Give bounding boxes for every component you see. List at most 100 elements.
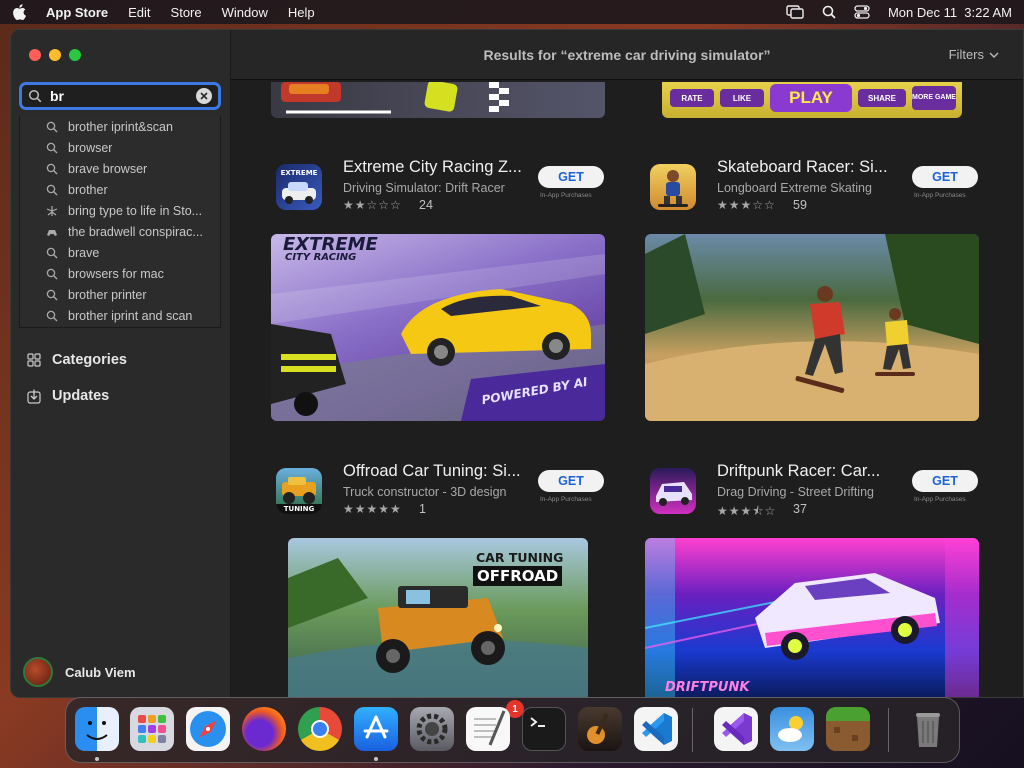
offroad-car-tuning-screenshot[interactable]: CAR TUNING OFFROAD [288,538,588,697]
magnifier-icon [46,268,58,280]
star-rating: ★★☆☆☆ [343,198,402,212]
app-name[interactable]: Skateboard Racer: Si... [717,158,888,177]
minecraft-icon[interactable] [826,707,870,751]
app-store-window: brother iprint&scan browser brave browse… [10,29,1024,698]
star-rating: ★★★⯪☆ [717,504,777,518]
extreme-city-racing-screenshot[interactable]: EXTREME CITY RACING POWERED BY AI [271,234,605,421]
app-name[interactable]: Extreme City Racing Z... [343,158,522,177]
vscode-icon[interactable] [634,707,678,751]
search-input[interactable] [50,88,196,104]
app-name[interactable]: Driftpunk Racer: Car... [717,462,880,481]
system-settings-icon[interactable] [410,707,454,751]
icon-label: TUNING [283,505,315,513]
dock-separator [888,708,889,752]
suggestion-item[interactable]: brave [20,242,220,263]
magnifier-icon [46,310,58,322]
suggestion-item[interactable]: the bradwell conspirac... [20,221,220,242]
svg-text:EXTREME: EXTREME [281,169,318,177]
menu-app-name[interactable]: App Store [46,5,108,20]
extreme-city-racing-app-icon: EXTREME [276,164,322,210]
textedit-icon[interactable] [466,707,510,751]
app-subtitle: Truck constructor - 3D design [343,485,507,499]
apple-logo-icon[interactable] [12,4,28,20]
safari-icon[interactable] [186,707,230,751]
suggestion-item[interactable]: browser [20,137,220,158]
close-window-button[interactable] [29,49,41,61]
suggestion-item[interactable]: brother iprint&scan [20,116,220,137]
play-badge: PLAY [770,84,852,112]
skaters-image [645,234,979,421]
search-field[interactable] [19,82,221,110]
magnifier-icon [46,121,58,133]
terminal-icon[interactable] [522,707,566,751]
finder-icon[interactable] [75,707,119,751]
menu-window[interactable]: Window [222,5,268,20]
spotlight-search-icon[interactable] [822,5,836,19]
top-right-banner[interactable]: RATE LIKE PLAY SHARE MORE GAME [662,82,962,118]
suggestion-item[interactable]: brother iprint and scan [20,305,220,326]
get-button[interactable]: GET [912,166,978,188]
suggestion-item[interactable]: brother [20,179,220,200]
rate-badge: RATE [670,89,714,107]
share-badge: SHARE [858,89,906,107]
firefox-icon[interactable] [242,707,286,751]
trash-icon[interactable] [906,707,950,751]
get-button[interactable]: GET [538,470,604,492]
game-icon [46,226,58,238]
get-button[interactable]: GET [912,470,978,492]
sidebar-item-updates[interactable]: Updates [27,388,109,404]
driftpunk-racer-screenshot[interactable]: DRIFTPUNK [645,538,979,697]
clear-search-icon[interactable] [196,88,212,104]
control-center-icon[interactable] [854,5,870,19]
in-app-purchases-label: In-App Purchases [540,496,592,503]
suggestion-item[interactable]: bring type to life in Sto... [20,200,220,221]
dock-separator [692,708,693,752]
app-result-extreme-city-racing[interactable]: EXTREME Extreme City Racing Z... Driving… [271,158,611,212]
visual-studio-icon[interactable] [714,707,758,751]
user-account[interactable]: Calub Viem [23,657,136,687]
avatar [23,657,53,687]
get-button[interactable]: GET [538,166,604,188]
in-app-purchases-label: In-App Purchases [914,192,966,199]
banner-subtitle: CITY RACING [285,252,357,263]
rating-count: 37 [793,502,807,516]
magnifier-icon [46,247,58,259]
app-name[interactable]: Offroad Car Tuning: Si... [343,462,521,481]
main-content: Results for “extreme car driving simulat… [231,30,1023,697]
search-suggestions: brother iprint&scan browser brave browse… [19,116,221,328]
sidebar-item-categories[interactable]: Categories [27,352,127,368]
screen-mirroring-icon[interactable] [786,5,804,19]
app-result-skateboard-racer[interactable]: Skateboard Racer: Si... Longboard Extrem… [645,158,985,212]
results-title: Results for “extreme car driving simulat… [483,46,771,63]
drift-car-image [645,538,979,697]
app-result-offroad-car-tuning[interactable]: TUNING Offroad Car Tuning: Si... Truck c… [271,462,611,516]
weather-icon[interactable] [770,707,814,751]
menu-clock[interactable]: Mon Dec 11 3:22 AM [888,5,1012,20]
star-rating: ★★★☆☆ [717,198,776,212]
skateboard-racer-screenshot[interactable] [645,234,979,421]
top-left-banner[interactable] [271,82,605,118]
rating-count: 24 [419,198,433,212]
categories-grid-icon [27,353,41,367]
menu-help[interactable]: Help [288,5,315,20]
launchpad-icon[interactable] [130,707,174,751]
suggestion-item[interactable]: brave browser [20,158,220,179]
banner-subtitle: OFFROAD [473,566,563,586]
suggestion-item[interactable]: brother printer [20,284,220,305]
rating-count: 1 [419,502,426,516]
racing-game-art-image [281,82,509,114]
app-subtitle: Driving Simulator: Drift Racer [343,181,505,195]
minimize-window-button[interactable] [49,49,61,61]
rating-count: 59 [793,198,807,212]
app-result-driftpunk-racer[interactable]: Driftpunk Racer: Car... Drag Driving - S… [645,462,985,518]
chrome-icon[interactable] [298,707,342,751]
menu-store[interactable]: Store [171,5,202,20]
menu-edit[interactable]: Edit [128,5,150,20]
magnifier-icon [46,184,58,196]
zoom-window-button[interactable] [69,49,81,61]
garageband-icon[interactable] [578,707,622,751]
banner-title: CAR TUNING [476,550,564,565]
app-store-icon[interactable] [354,707,398,751]
filters-button[interactable]: Filters [949,47,999,62]
suggestion-item[interactable]: browsers for mac [20,263,220,284]
